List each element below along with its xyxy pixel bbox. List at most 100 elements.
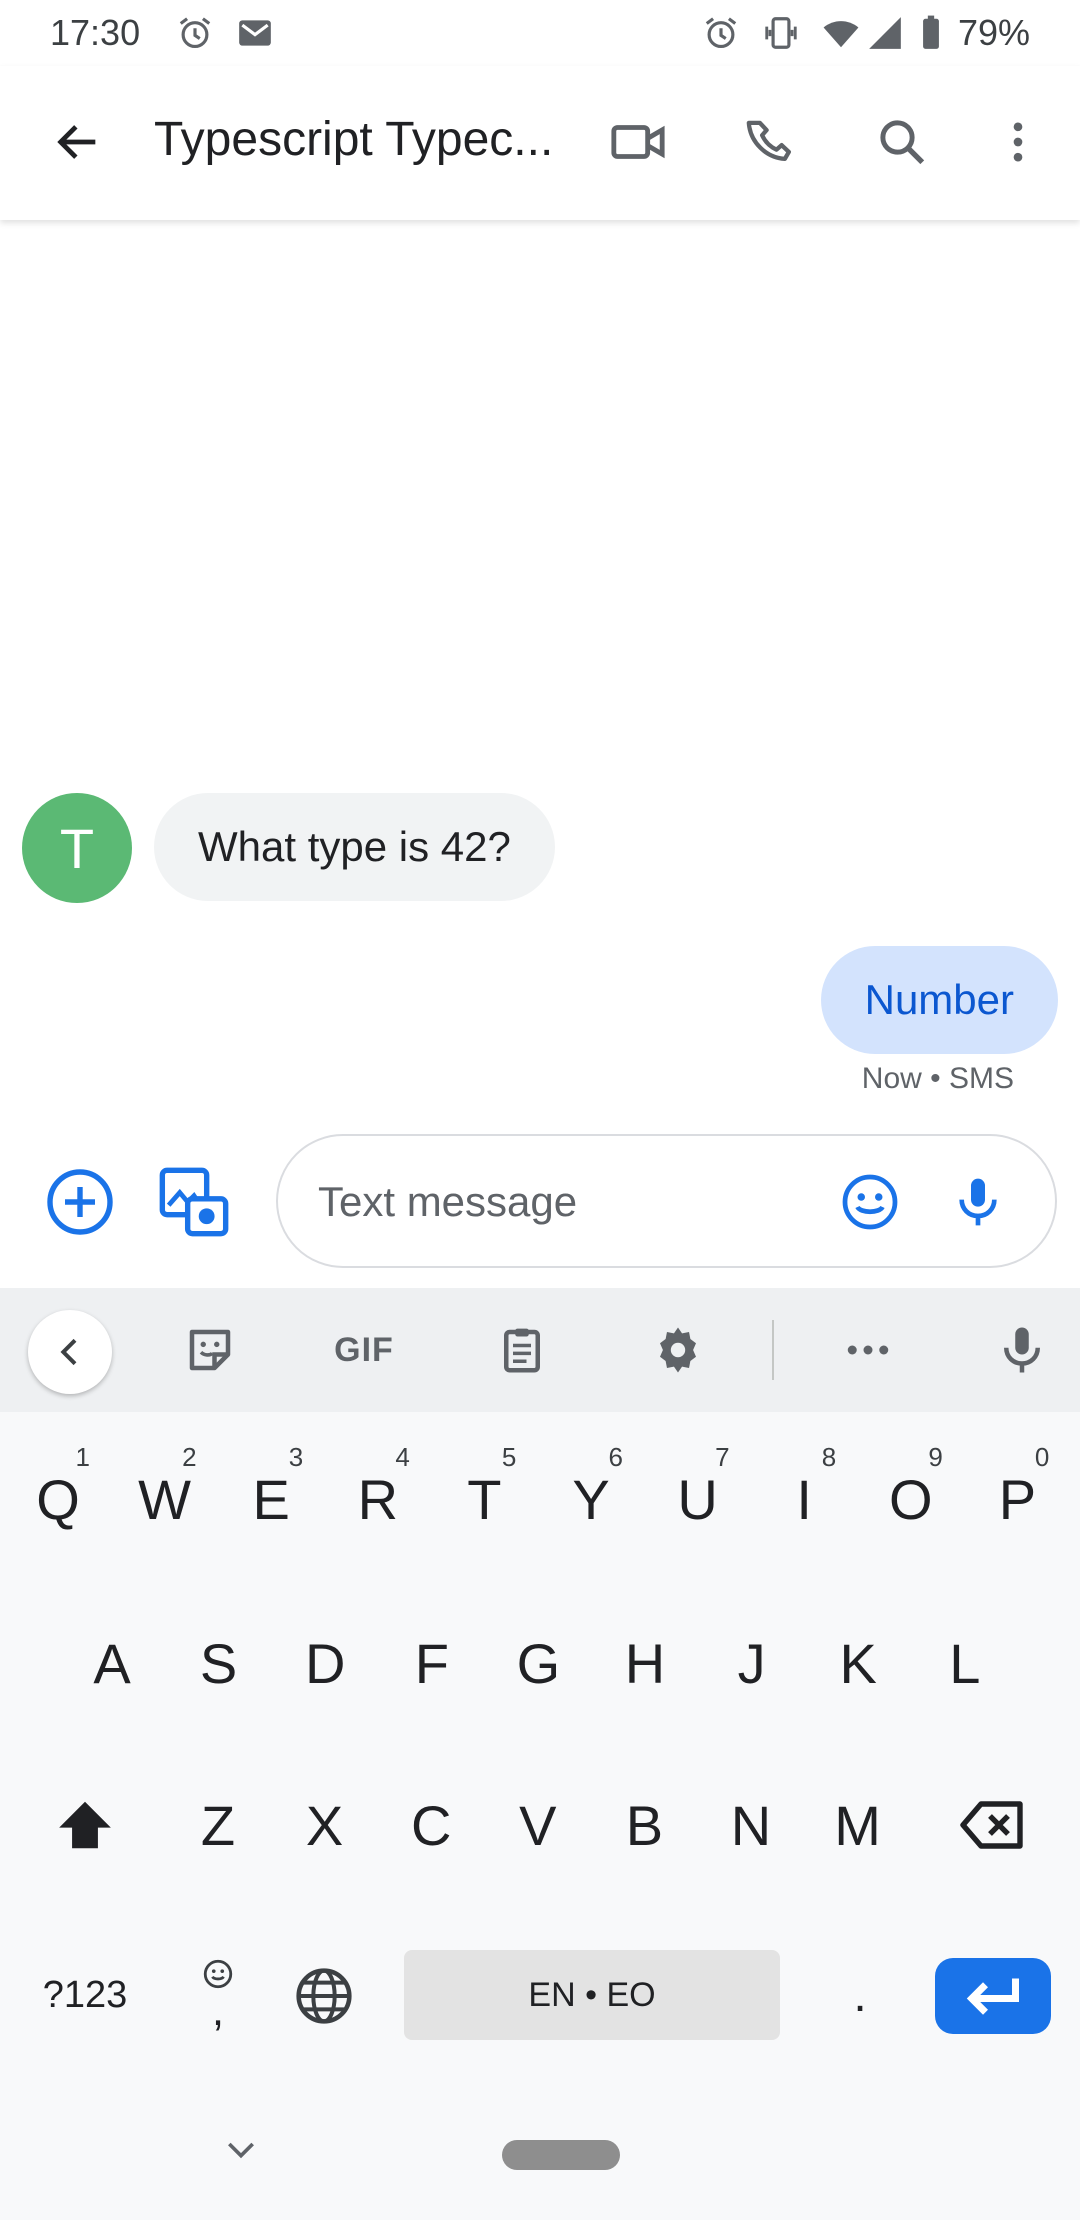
emoji-icon	[842, 1174, 898, 1230]
key-f[interactable]: F	[382, 1598, 482, 1728]
key-hint: 5	[501, 1442, 517, 1472]
gallery-camera-icon	[159, 1167, 229, 1237]
symbols-key[interactable]: ?123	[30, 1950, 140, 2040]
key-w[interactable]: 2W	[115, 1434, 215, 1564]
key-label: S	[199, 1631, 238, 1695]
key-m[interactable]: M	[808, 1760, 908, 1890]
comma-key[interactable]: ,	[180, 1942, 256, 2046]
space-bar[interactable]: EN • EO	[404, 1950, 780, 2040]
key-hint: 0	[1034, 1442, 1050, 1472]
hide-keyboard-button[interactable]	[216, 2124, 266, 2174]
key-v[interactable]: V	[488, 1760, 588, 1890]
key-u[interactable]: 7U	[648, 1434, 748, 1564]
voice-input-button[interactable]	[942, 1166, 1014, 1238]
home-gesture-handle[interactable]	[502, 2140, 620, 2170]
video-call-icon	[611, 125, 665, 159]
key-c[interactable]: C	[381, 1760, 481, 1890]
shift-key[interactable]	[40, 1760, 130, 1890]
battery-icon	[923, 15, 939, 49]
wifi-icon	[823, 21, 859, 48]
language-key[interactable]	[286, 1954, 362, 2038]
key-h[interactable]: H	[595, 1598, 695, 1728]
key-j[interactable]: J	[702, 1598, 802, 1728]
key-label: X	[305, 1793, 344, 1857]
key-p[interactable]: 0P	[967, 1434, 1067, 1564]
alarm-icon	[705, 17, 737, 49]
key-k[interactable]: K	[808, 1598, 908, 1728]
key-y[interactable]: 6Y	[541, 1434, 641, 1564]
key-label: T	[467, 1467, 502, 1531]
key-hint: 6	[608, 1442, 623, 1472]
vibrate-icon	[765, 17, 797, 49]
phone-call-button[interactable]	[734, 104, 810, 180]
keyboard: GIF 1Q2W3E4R5 T 6 Y 7 U 8 I 9 O 0 P A S …	[0, 1288, 1080, 2220]
microphone-icon	[959, 1178, 997, 1226]
key-hint: 4	[395, 1442, 410, 1472]
plus-circle-icon	[47, 1169, 113, 1235]
gmail-icon	[239, 20, 271, 46]
search-icon	[880, 120, 925, 165]
message-status: Now • SMS	[861, 1062, 1014, 1095]
back-arrow-icon	[57, 125, 96, 159]
key-hint: 9	[928, 1442, 943, 1472]
key-label: Z	[200, 1793, 236, 1857]
key-hint: 1	[75, 1442, 90, 1472]
key-b[interactable]: B	[594, 1760, 694, 1890]
key-label: J	[737, 1631, 766, 1695]
add-attachment-button[interactable]	[40, 1162, 120, 1242]
more-tools-button[interactable]	[830, 1312, 906, 1388]
key-r[interactable]: 4R	[328, 1434, 428, 1564]
key-label: E	[252, 1467, 290, 1531]
backspace-key[interactable]	[948, 1760, 1038, 1890]
key-label: V	[519, 1793, 557, 1857]
video-call-button[interactable]	[600, 104, 676, 180]
key-l[interactable]: L	[915, 1598, 1015, 1728]
outgoing-message-bubble[interactable]: Number	[820, 946, 1058, 1054]
keyboard-voice-button[interactable]	[984, 1312, 1060, 1388]
app-bar: Typescript Typec...	[0, 66, 1080, 220]
key-a[interactable]: A	[62, 1598, 162, 1728]
key-d[interactable]: D	[275, 1598, 375, 1728]
key-label: Y	[572, 1467, 610, 1531]
more-options-button[interactable]	[980, 104, 1056, 180]
key-label: A	[93, 1631, 131, 1695]
key-q[interactable]: 1Q	[8, 1434, 108, 1564]
phone-icon	[746, 120, 792, 162]
key-label: R	[357, 1467, 399, 1531]
sticker-icon	[189, 1329, 231, 1371]
conversation-title[interactable]: Typescript Typec...	[154, 112, 574, 167]
clipboard-button[interactable]	[484, 1312, 560, 1388]
alarm-icon	[179, 17, 211, 49]
key-o[interactable]: 9O	[861, 1434, 961, 1564]
toolbar-collapse-button[interactable]	[28, 1310, 112, 1394]
enter-key[interactable]	[935, 1958, 1051, 2034]
key-hint: 3	[288, 1442, 304, 1472]
emoji-button[interactable]	[834, 1166, 906, 1238]
search-button[interactable]	[864, 104, 940, 180]
key-s[interactable]: S	[169, 1598, 269, 1728]
message-input[interactable]: Text message	[276, 1134, 1057, 1268]
status-time: 17:30	[50, 12, 141, 53]
key-hint: 2	[182, 1442, 197, 1472]
settings-button[interactable]	[640, 1312, 716, 1388]
key-e[interactable]: 3E	[221, 1434, 321, 1564]
period-key[interactable]: .	[820, 1950, 900, 2040]
outgoing-message-text: Number	[864, 976, 1014, 1023]
key-x[interactable]: X	[275, 1760, 375, 1890]
microphone-icon	[1004, 1327, 1040, 1373]
sticker-button[interactable]	[172, 1312, 248, 1388]
shift-icon	[59, 1801, 111, 1849]
gif-button[interactable]: GIF	[326, 1312, 402, 1388]
key-n[interactable]: N	[701, 1760, 801, 1890]
back-button[interactable]	[40, 104, 116, 180]
incoming-message-text: What type is 42?	[198, 823, 511, 870]
key-g[interactable]: G	[488, 1598, 588, 1728]
gallery-button[interactable]	[154, 1162, 234, 1242]
key-label: I	[796, 1467, 812, 1531]
key-z[interactable]: Z	[168, 1760, 268, 1890]
incoming-message-bubble[interactable]: What type is 42?	[154, 793, 555, 901]
key-i[interactable]: 8I	[754, 1434, 854, 1564]
contact-avatar[interactable]: T	[22, 793, 132, 903]
key-t[interactable]: 5T	[434, 1434, 534, 1564]
message-input-placeholder: Text message	[318, 1178, 578, 1225]
